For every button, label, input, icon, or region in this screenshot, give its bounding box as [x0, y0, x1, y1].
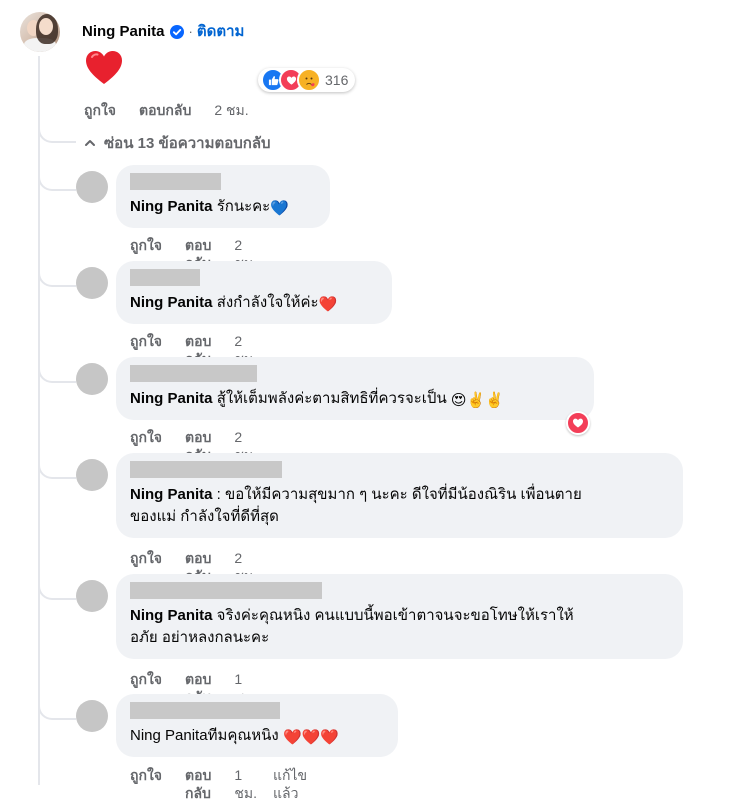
heart-emoji-icon: ❤️ — [318, 296, 338, 313]
reply-button[interactable]: ตอบกลับ — [185, 766, 211, 802]
comment-actions: ถูกใจ ตอบกลับ 2 ชม. — [84, 101, 265, 119]
thread-branch — [38, 123, 76, 143]
comment-bubble: Ning Panita : ขอให้มีความสุขมาก ๆ นะคะ ด… — [116, 453, 683, 538]
avatar[interactable] — [76, 171, 108, 203]
thread-branch — [38, 363, 76, 383]
redacted-name — [130, 702, 280, 719]
like-button[interactable]: ถูกใจ — [130, 766, 162, 802]
avatar[interactable] — [76, 459, 108, 491]
hide-replies-label: ซ่อน 13 ข้อความตอบกลับ — [104, 135, 271, 152]
hide-replies-button[interactable]: ซ่อน 13 ข้อความตอบกลับ — [84, 131, 271, 155]
reaction-summary[interactable]: 316 — [258, 68, 356, 92]
comment-text: Ning Panita : ขอให้มีความสุขมาก ๆ นะคะ ด… — [130, 486, 582, 525]
mention-tag[interactable]: Ning Panita — [130, 390, 213, 407]
thread-branch — [38, 459, 76, 479]
avatar[interactable] — [76, 267, 108, 299]
comment-text: Ning Panita รักนะคะ💙 — [130, 198, 289, 217]
thread-branch — [38, 171, 76, 191]
separator-dot: · — [188, 24, 193, 39]
author-avatar[interactable] — [20, 12, 60, 52]
heart-eyes-victory-emoji-icon: 😍✌️✌️ — [450, 392, 504, 409]
comment-bubble: Ning Panita สู้ให้เต็มพลังค่ะตามสิทธิที่… — [116, 357, 594, 420]
redacted-name — [130, 365, 257, 382]
comment-bubble: Ning Panita ส่งกำลังใจให้ค่ะ❤️ — [116, 261, 392, 324]
reply-actions: ถูกใจ ตอบกลับ 1 ชม. แก้ไขแล้ว — [130, 766, 330, 802]
redacted-name — [130, 461, 282, 478]
author-name[interactable]: Ning Panita — [82, 22, 165, 42]
thread-branch — [38, 580, 76, 600]
mention-tag[interactable]: Ning Panita — [130, 607, 213, 624]
avatar[interactable] — [76, 580, 108, 612]
reply-timestamp[interactable]: 1 ชม. — [234, 766, 257, 802]
avatar[interactable] — [76, 363, 108, 395]
edited-label: แก้ไขแล้ว — [273, 767, 308, 801]
comment-bubble: Ning Panita จริงค่ะคุณหนิง คนแบบนี้พอเข้… — [116, 574, 683, 659]
blue-heart-emoji-icon: 💙 — [270, 200, 289, 217]
like-button[interactable]: ถูกใจ — [84, 101, 116, 119]
love-reaction-badge-icon[interactable] — [566, 411, 590, 435]
mention-tag[interactable]: Ning Panita — [130, 727, 208, 744]
heart-emoji-icon — [86, 51, 122, 84]
mention-tag[interactable]: Ning Panita — [130, 486, 213, 503]
comment-bubble: Ning Panitaทีมคุณหนิง ❤️❤️❤️ — [116, 694, 398, 757]
comment-header: Ning Panita · ติดตาม — [82, 22, 244, 42]
thread-branch — [38, 700, 76, 720]
verified-badge-icon — [169, 25, 184, 39]
redacted-name — [130, 173, 221, 190]
reaction-count: 316 — [325, 72, 349, 88]
chevron-up-icon — [85, 140, 95, 146]
thread-branch — [38, 267, 76, 287]
comment-text: Ning Panita ส่งกำลังใจให้ค่ะ❤️ — [130, 294, 338, 313]
heart-emoji-icon: ❤️❤️❤️ — [282, 729, 339, 746]
follow-button[interactable]: ติดตาม — [197, 22, 245, 42]
mention-tag[interactable]: Ning Panita — [130, 198, 213, 215]
comment-text: Ning Panitaทีมคุณหนิง ❤️❤️❤️ — [130, 727, 339, 746]
thread-line — [38, 56, 40, 785]
comment-bubble: Ning Panita รักนะคะ💙 — [116, 165, 330, 228]
mention-tag[interactable]: Ning Panita — [130, 294, 213, 311]
comment-text: Ning Panita จริงค่ะคุณหนิง คนแบบนี้พอเข้… — [130, 607, 574, 646]
comment-timestamp[interactable]: 2 ชม. — [214, 101, 248, 119]
redacted-name — [130, 269, 200, 286]
reply-button[interactable]: ตอบกลับ — [139, 101, 191, 119]
care-reaction-icon — [297, 68, 321, 92]
comment-text: Ning Panita สู้ให้เต็มพลังค่ะตามสิทธิที่… — [130, 390, 504, 409]
redacted-name — [130, 582, 322, 599]
avatar[interactable] — [76, 700, 108, 732]
